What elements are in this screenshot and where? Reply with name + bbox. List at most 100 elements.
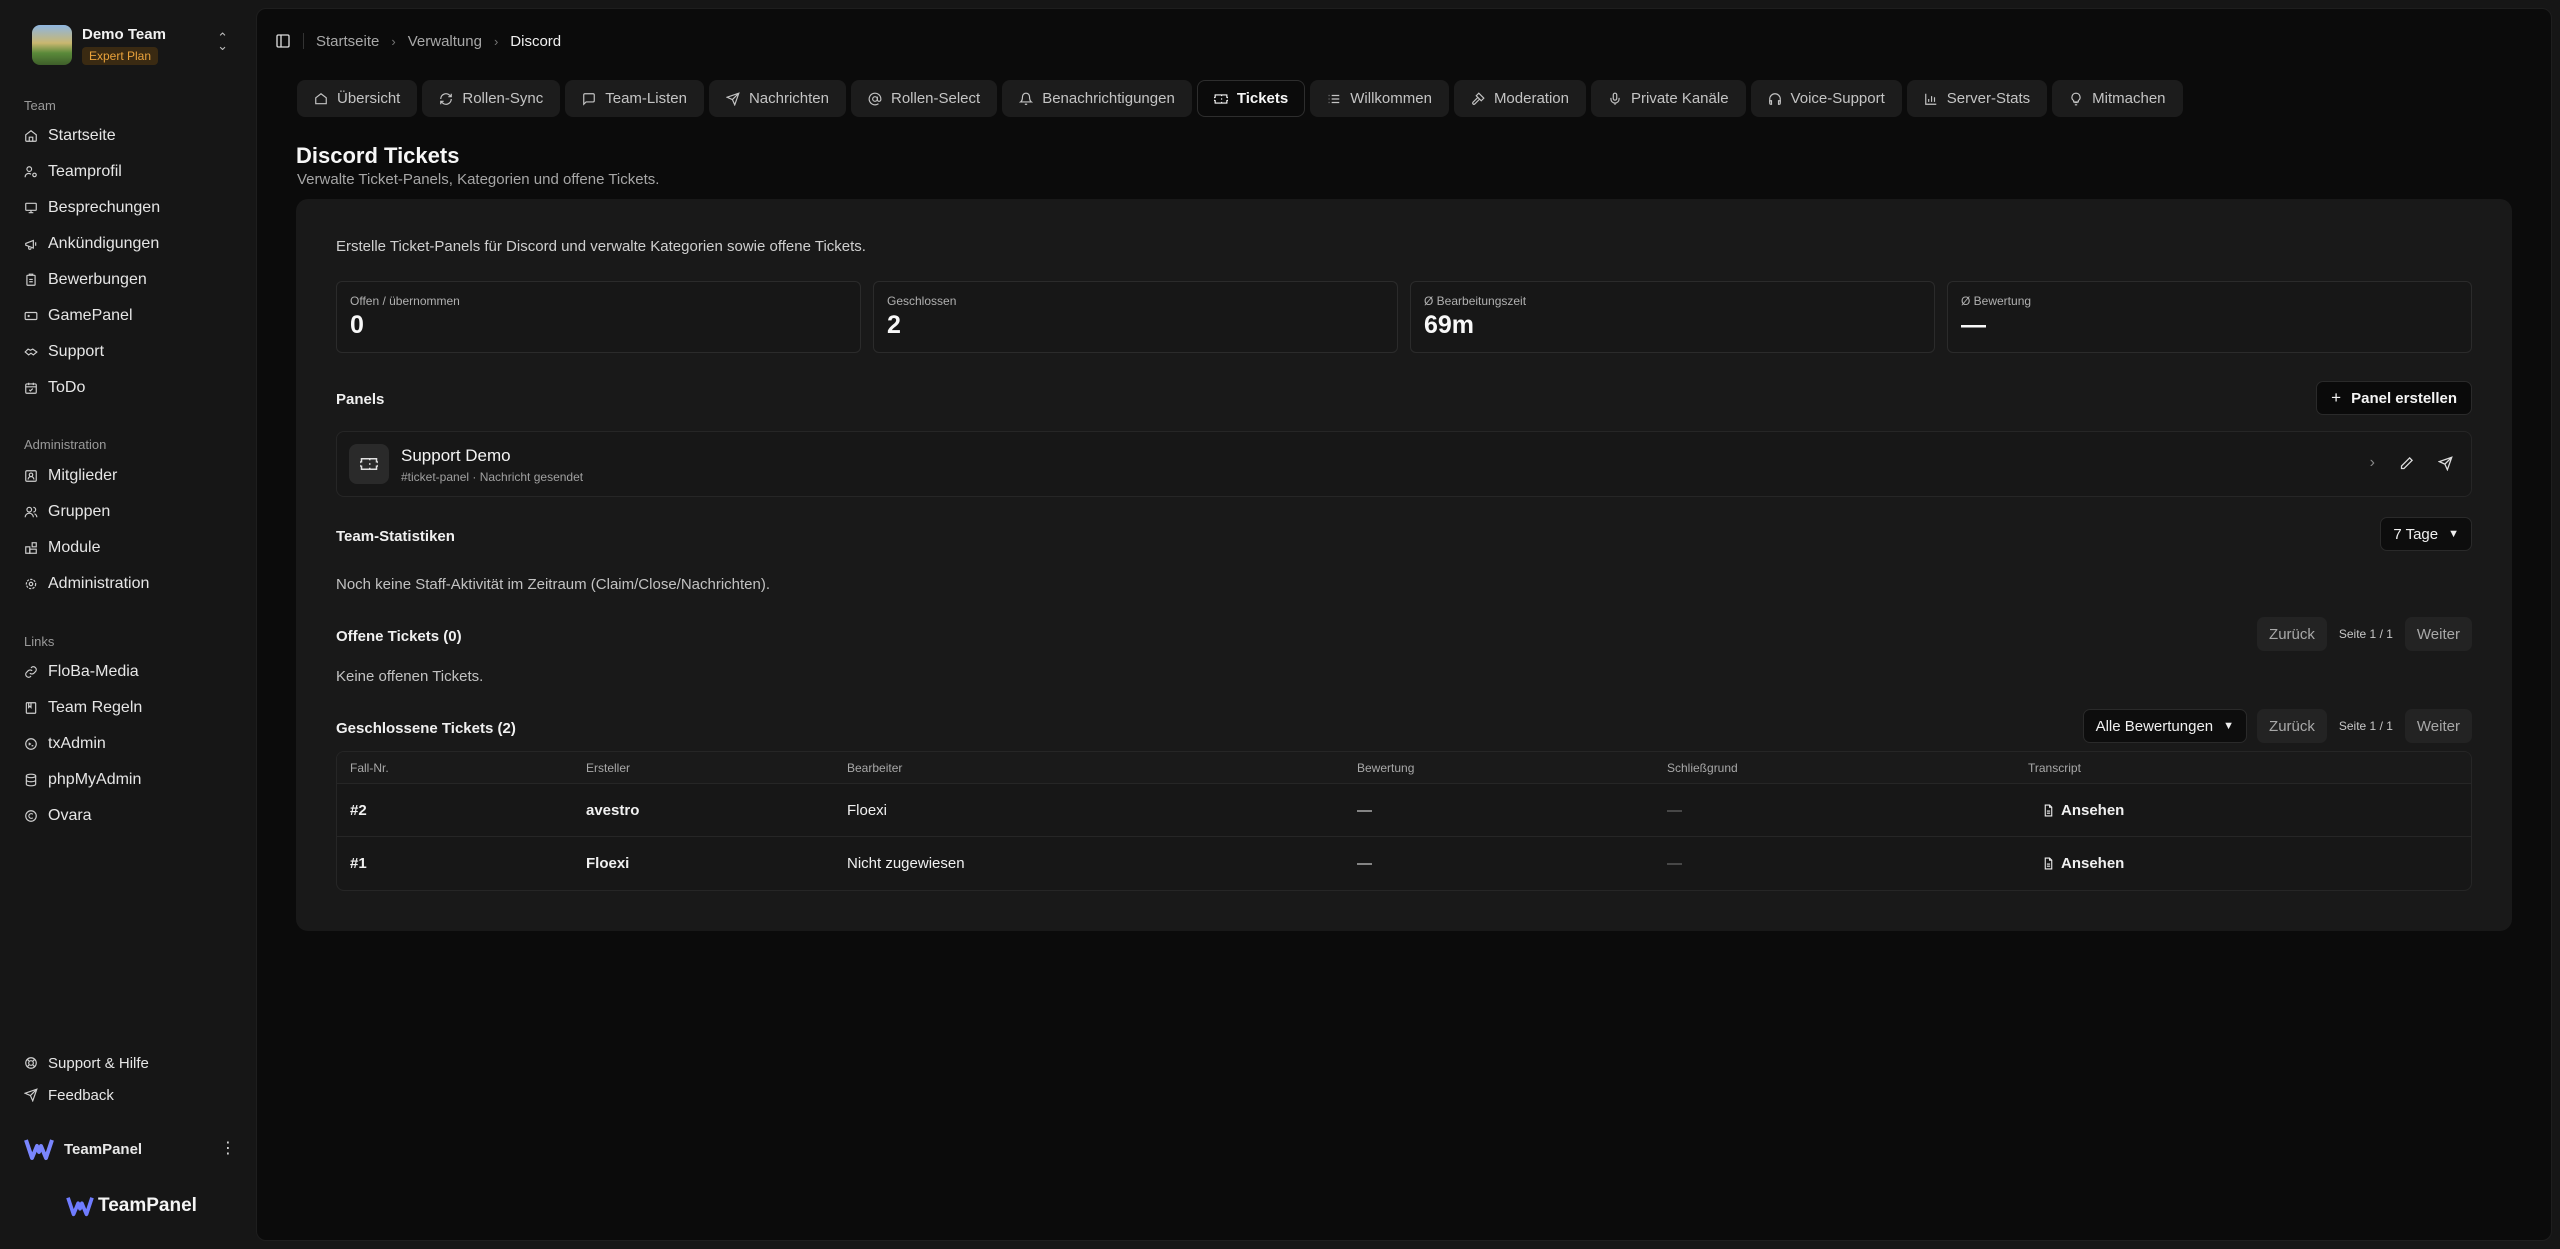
sidebar-toggle-icon[interactable]: [275, 33, 291, 49]
prev-page-button[interactable]: Zurück: [2257, 617, 2327, 651]
table-row: #2 avestro Floexi — — Ansehen: [337, 784, 2471, 837]
sidebar-item-label: Gruppen: [48, 503, 111, 520]
user-menu[interactable]: TeamPanel ⋮: [24, 1134, 236, 1164]
tab-team-listen[interactable]: Team-Listen: [565, 80, 704, 117]
transcript-link[interactable]: Ansehen: [2042, 802, 2124, 819]
column-header: Bewertung: [1357, 761, 1415, 775]
tab-label: Server-Stats: [1946, 90, 2031, 107]
stat-processing-time: Ø Bearbeitungszeit 69m: [1410, 281, 1935, 353]
hammer-icon: [1471, 91, 1485, 106]
range-select-value: 7 Tage: [2393, 525, 2439, 543]
range-select[interactable]: 7 Tage ▼: [2380, 517, 2472, 551]
tab-mitmachen[interactable]: Mitmachen: [2052, 80, 2183, 117]
open-tickets-empty: Keine offenen Tickets.: [336, 668, 484, 685]
sidebar-item-label: Support & Hilfe: [48, 1054, 149, 1072]
breadcrumb-verwaltung[interactable]: Verwaltung: [408, 33, 482, 50]
panel-row[interactable]: Support Demo #ticket-panel · Nachricht g…: [336, 431, 2472, 497]
transcript-link[interactable]: Ansehen: [2042, 855, 2124, 872]
column-header: Schließgrund: [1667, 761, 1738, 775]
sidebar-item-phpmyadmin[interactable]: phpMyAdmin: [24, 766, 234, 794]
breadcrumb-discord: Discord: [510, 32, 562, 50]
book-icon: [24, 701, 38, 715]
sidebar-item-bewerbungen[interactable]: Bewerbungen: [24, 266, 234, 294]
sidebar-item-gruppen[interactable]: Gruppen: [24, 498, 234, 526]
next-page-button[interactable]: Weiter: [2404, 617, 2472, 651]
tab-voice-support[interactable]: Voice-Support: [1750, 80, 1902, 117]
terminal-icon: [24, 737, 38, 751]
column-header: Bearbeiter: [847, 761, 903, 775]
at-sign-icon: [868, 92, 882, 106]
home-icon: [314, 92, 328, 106]
more-vertical-icon[interactable]: ⋮: [220, 1138, 236, 1158]
stat-label: Ø Bewertung: [1961, 294, 2032, 308]
sidebar-item-team-regeln[interactable]: Team Regeln: [24, 694, 234, 722]
sidebar-item-floba-media[interactable]: FloBa-Media: [24, 658, 234, 686]
tab-server-stats[interactable]: Server-Stats: [1906, 80, 2048, 117]
tab-tickets[interactable]: Tickets: [1196, 80, 1306, 117]
tab-private-kanaele[interactable]: Private Kanäle: [1590, 80, 1746, 117]
send-icon[interactable]: [2438, 455, 2453, 471]
calendar-check-icon: [24, 381, 38, 395]
home-icon: [24, 129, 38, 143]
next-page-button[interactable]: Weiter: [2404, 709, 2472, 743]
user-avatar: [24, 1136, 54, 1162]
ticket-icon: [1213, 92, 1228, 106]
closed-tickets-pager: Alle Bewertungen ▼ Zurück Seite 1 / 1 We…: [2082, 709, 2472, 743]
tab-rollen-sync[interactable]: Rollen-Sync: [422, 80, 561, 117]
open-tickets-pager: Zurück Seite 1 / 1 Weiter: [2257, 617, 2472, 651]
gamepad-icon: [24, 309, 38, 323]
edit-icon[interactable]: [2399, 456, 2414, 471]
tab-label: Moderation: [1493, 90, 1569, 107]
team-switcher[interactable]: Demo Team Expert Plan ⌃ ⌄: [24, 20, 232, 70]
chevron-down-icon: ▼: [2223, 720, 2235, 732]
case-number: #2: [350, 802, 367, 819]
sidebar-item-ankuendigungen[interactable]: Ankündigungen: [24, 230, 234, 258]
create-panel-button[interactable]: + Panel erstellen: [2316, 381, 2472, 415]
tab-moderation[interactable]: Moderation: [1453, 80, 1586, 117]
prev-page-button[interactable]: Zurück: [2257, 709, 2327, 743]
handshake-icon: [24, 345, 38, 359]
lifebuoy-icon: [24, 1056, 38, 1070]
sidebar-item-support-hilfe[interactable]: Support & Hilfe: [24, 1049, 234, 1077]
tab-willkommen[interactable]: Willkommen: [1310, 80, 1449, 117]
breadcrumb-startseite[interactable]: Startseite: [316, 33, 379, 50]
sidebar-item-ovara[interactable]: Ovara: [24, 802, 234, 830]
sidebar-item-label: FloBa-Media: [48, 663, 139, 680]
megaphone-icon: [24, 237, 38, 251]
tab-benachrichtigungen[interactable]: Benachrichtigungen: [1002, 80, 1192, 117]
user-name: TeamPanel: [64, 1140, 143, 1158]
ticket-icon: [349, 444, 389, 484]
sidebar-item-besprechungen[interactable]: Besprechungen: [24, 194, 234, 222]
tab-nachrichten[interactable]: Nachrichten: [708, 80, 846, 117]
nav-section-administration: Administration: [24, 437, 107, 452]
stats-row: Offen / übernommen 0 Geschlossen 2 Ø Bea…: [336, 281, 2472, 353]
brand-name: TeamPanel: [98, 1195, 197, 1216]
sidebar-item-label: Ovara: [48, 807, 92, 824]
sidebar-item-administration[interactable]: Administration: [24, 570, 234, 598]
sidebar-item-todo[interactable]: ToDo: [24, 374, 234, 402]
stat-value: 0: [350, 311, 364, 339]
sidebar-item-startseite[interactable]: Startseite: [24, 122, 234, 150]
stat-open: Offen / übernommen 0: [336, 281, 861, 353]
tab-uebersicht[interactable]: Übersicht: [297, 80, 418, 117]
rating: —: [1357, 802, 1372, 819]
divider: [303, 33, 304, 49]
tab-label: Team-Listen: [605, 90, 687, 107]
topbar: Startseite › Verwaltung › Discord: [275, 29, 561, 53]
tab-rollen-select[interactable]: Rollen-Select: [850, 80, 998, 117]
sidebar-item-support[interactable]: Support: [24, 338, 234, 366]
sidebar-item-txadmin[interactable]: txAdmin: [24, 730, 234, 758]
page-subtitle: Verwalte Ticket-Panels, Kategorien und o…: [297, 171, 660, 188]
sidebar-item-module[interactable]: Module: [24, 534, 234, 562]
tab-label: Tickets: [1236, 90, 1289, 107]
sidebar-item-label: GamePanel: [48, 307, 133, 324]
file-text-icon: [2042, 857, 2055, 870]
chevron-right-icon[interactable]: ›: [2370, 454, 2375, 472]
sidebar-item-mitglieder[interactable]: Mitglieder: [24, 462, 234, 490]
id-card-icon: [24, 469, 38, 483]
headphones-icon: [1768, 92, 1782, 106]
sidebar-item-gamepanel[interactable]: GamePanel: [24, 302, 234, 330]
sidebar-item-feedback[interactable]: Feedback: [24, 1081, 234, 1109]
sidebar-item-teamprofil[interactable]: Teamprofil: [24, 158, 234, 186]
rating-filter-select[interactable]: Alle Bewertungen ▼: [2082, 709, 2248, 743]
